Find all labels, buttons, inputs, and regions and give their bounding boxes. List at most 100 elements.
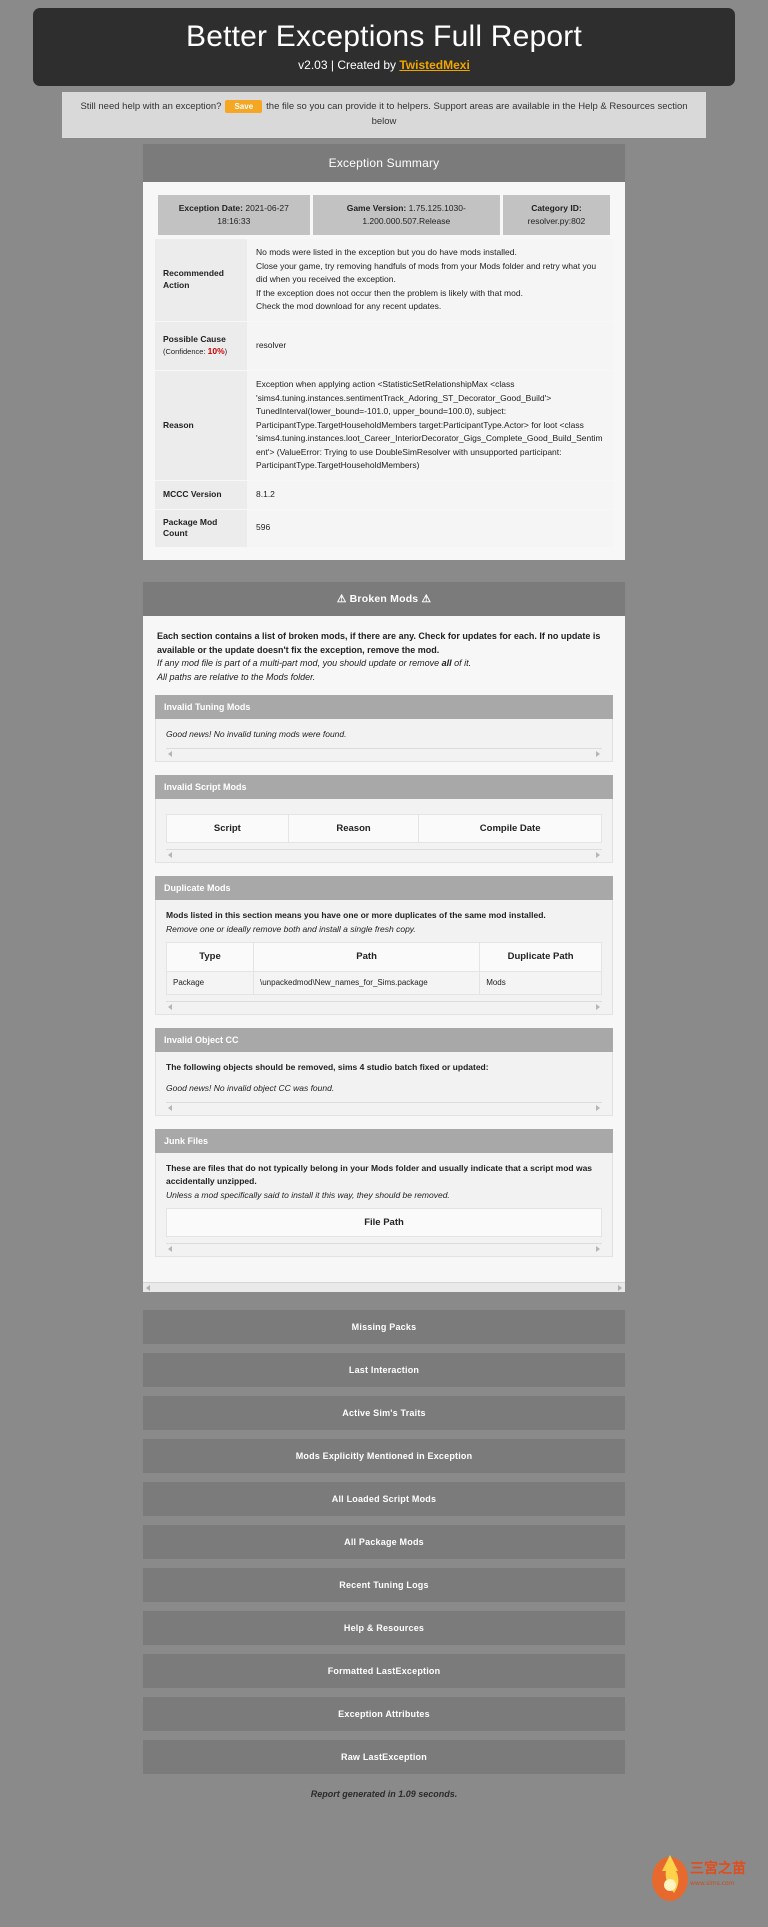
intro-bold-text: Each section contains a list of broken m… — [157, 630, 601, 655]
subpanel-title-invalid-tuning-mods: Invalid Tuning Mods — [155, 695, 613, 720]
row-label-mccc-version: MCCC Version — [155, 481, 247, 509]
author-link[interactable]: TwistedMexi — [399, 58, 469, 72]
junk-files-message-bold: These are files that do not typically be… — [166, 1162, 593, 1187]
table-row: Recommended Action No mods were listed i… — [155, 238, 613, 321]
section-formatted-lastexception[interactable]: Formatted LastException — [143, 1654, 625, 1689]
horizontal-scrollbar[interactable] — [166, 1001, 602, 1011]
broken-mods-body: Each section contains a list of broken m… — [143, 615, 625, 1283]
cell-path: \unpackedmod\New_names_for_Sims.package — [252, 970, 481, 996]
confidence-percent: 10% — [207, 345, 225, 356]
section-exception-attributes[interactable]: Exception Attributes — [143, 1697, 625, 1732]
row-label-possible-cause: Possible Cause (Confidence: 10%) — [155, 321, 247, 370]
meta-exception-date-label: Exception Date: — [178, 203, 243, 214]
exception-summary-heading: Exception Summary — [143, 144, 625, 183]
intro-italic-text-a: If any mod file is part of a multi-part … — [157, 658, 442, 669]
table-row: Reason Exception when applying action <S… — [155, 370, 613, 481]
row-value-reason: Exception when applying action <Statisti… — [247, 370, 613, 481]
subpanel-body-junk-files: These are files that do not typically be… — [155, 1152, 613, 1258]
warning-triangle-icon: ⚠ — [421, 592, 432, 605]
meta-category-id-value: resolver.py:802 — [527, 216, 586, 227]
collapsible-sections: Missing Packs Last Interaction Active Si… — [143, 1310, 625, 1775]
meta-category-id-label: Category ID: — [531, 203, 582, 214]
subpanel-body-invalid-tuning-mods: Good news! No invalid tuning mods were f… — [155, 719, 613, 762]
subpanel-invalid-script-mods: Invalid Script Mods Script Reason Compil… — [155, 774, 613, 864]
table-row: MCCC Version 8.1.2 — [155, 481, 613, 509]
svg-text:三宮之苗: 三宮之苗 — [690, 1860, 746, 1877]
footer-text: Report generated in 1.09 seconds. — [310, 1789, 458, 1800]
summary-meta-row: Exception Date: 2021-06-27 18:16:33 Game… — [158, 195, 610, 235]
row-label-reason: Reason — [155, 370, 247, 481]
meta-category-id: Category ID: resolver.py:802 — [502, 195, 610, 235]
summary-detail-table: Recommended Action No mods were listed i… — [155, 238, 613, 548]
column-header-duplicate-path: Duplicate Path — [479, 942, 602, 972]
version-text: v2.03 | Created by — [298, 58, 400, 72]
horizontal-scrollbar[interactable] — [166, 1243, 602, 1253]
subpanel-title-invalid-script-mods: Invalid Script Mods — [155, 774, 613, 799]
column-header-file-path: File Path — [166, 1208, 602, 1238]
page-title: Better Exceptions Full Report — [186, 20, 582, 53]
row-value-mccc-version: 8.1.2 — [247, 481, 613, 509]
summary-table: Exception Date: 2021-06-27 18:16:33 Game… — [155, 192, 613, 238]
subpanel-invalid-tuning-mods: Invalid Tuning Mods Good news! No invali… — [155, 695, 613, 762]
section-help-and-resources[interactable]: Help & Resources — [143, 1611, 625, 1646]
section-last-interaction[interactable]: Last Interaction — [143, 1353, 625, 1388]
section-mods-explicitly-mentioned[interactable]: Mods Explicitly Mentioned in Exception — [143, 1439, 625, 1474]
subpanel-title-duplicate-mods: Duplicate Mods — [155, 876, 613, 901]
horizontal-scrollbar[interactable] — [166, 747, 602, 757]
section-missing-packs[interactable]: Missing Packs — [143, 1310, 625, 1345]
section-all-loaded-script-mods[interactable]: All Loaded Script Mods — [143, 1482, 625, 1517]
possible-cause-label: Possible Cause — [163, 334, 226, 345]
column-header-script: Script — [166, 813, 289, 844]
table-header-row: File Path — [166, 1208, 602, 1238]
broken-mods-section: ⚠ Broken Mods ⚠ Each section contains a … — [143, 581, 625, 1293]
column-header-path: Path — [252, 942, 481, 972]
subpanel-invalid-object-cc: Invalid Object CC The following objects … — [155, 1028, 613, 1116]
meta-game-version: Game Version: 1.75.125.1030-1.200.000.50… — [312, 195, 500, 235]
invalid-script-mods-table: Script Reason Compile Date — [166, 813, 602, 844]
confidence-label-end: ) — [224, 346, 228, 356]
invalid-object-cc-message-italic: Good news! No invalid object CC was foun… — [166, 1082, 335, 1093]
table-row: Package Mod Count 596 — [155, 509, 613, 547]
horizontal-scrollbar[interactable] — [166, 1101, 602, 1111]
site-watermark: 三宮之苗 www.sims.com — [640, 1843, 760, 1913]
subpanel-body-invalid-script-mods: Script Reason Compile Date — [155, 798, 613, 864]
warning-triangle-icon: ⚠ — [336, 592, 347, 605]
intro-italic-text-c: of it. — [451, 658, 472, 669]
broken-mods-outer-scrollbar[interactable] — [143, 1282, 625, 1293]
subpanel-body-invalid-object-cc: The following objects should be removed,… — [155, 1052, 613, 1116]
duplicate-mods-message-italic: Remove one or ideally remove both and in… — [166, 923, 416, 934]
cell-type: Package — [166, 970, 254, 996]
section-all-package-mods[interactable]: All Package Mods — [143, 1525, 625, 1560]
exception-summary-body: Exception Date: 2021-06-27 18:16:33 Game… — [143, 182, 625, 560]
svg-text:www.sims.com: www.sims.com — [690, 1880, 735, 1887]
report-page: Better Exceptions Full Report v2.03 | Cr… — [0, 8, 768, 1927]
subpanel-title-junk-files: Junk Files — [155, 1128, 613, 1153]
help-text-after: the file so you can provide it to helper… — [266, 101, 688, 127]
exception-summary-section: Exception Summary Exception Date: 2021-0… — [143, 144, 625, 560]
horizontal-scrollbar[interactable] — [166, 849, 602, 859]
column-header-compile-date: Compile Date — [418, 813, 602, 844]
section-raw-lastexception[interactable]: Raw LastException — [143, 1740, 625, 1775]
help-text-before: Still need help with an exception? — [80, 101, 222, 113]
invalid-object-cc-message-bold: The following objects should be removed,… — [166, 1062, 489, 1073]
broken-mods-intro: Each section contains a list of broken m… — [155, 626, 613, 696]
section-active-sims-traits[interactable]: Active Sim's Traits — [143, 1396, 625, 1431]
row-value-possible-cause: resolver — [247, 321, 613, 370]
column-header-type: Type — [166, 942, 254, 972]
duplicate-mods-message-bold: Mods listed in this section means you ha… — [166, 910, 546, 921]
row-value-recommended-action: No mods were listed in the exception but… — [247, 238, 613, 321]
broken-mods-heading: ⚠ Broken Mods ⚠ — [143, 581, 625, 616]
confidence-label: (Confidence: — [163, 346, 208, 356]
intro-italic-text-b: all — [441, 658, 452, 669]
section-recent-tuning-logs[interactable]: Recent Tuning Logs — [143, 1568, 625, 1603]
table-header-row: Type Path Duplicate Path — [166, 942, 602, 972]
save-button[interactable]: Save — [225, 100, 263, 113]
row-label-recommended-action: Recommended Action — [155, 238, 247, 321]
junk-files-table: File Path — [166, 1208, 602, 1238]
table-row: Possible Cause (Confidence: 10%) resolve… — [155, 321, 613, 370]
column-header-reason: Reason — [287, 813, 420, 844]
watermark-logo-icon: 三宮之苗 www.sims.com — [652, 1855, 746, 1901]
intro-italic-text-2: All paths are relative to the Mods folde… — [157, 672, 316, 683]
duplicate-mods-table: Type Path Duplicate Path Package \unpack… — [166, 942, 602, 996]
subpanel-title-invalid-object-cc: Invalid Object CC — [155, 1028, 613, 1053]
